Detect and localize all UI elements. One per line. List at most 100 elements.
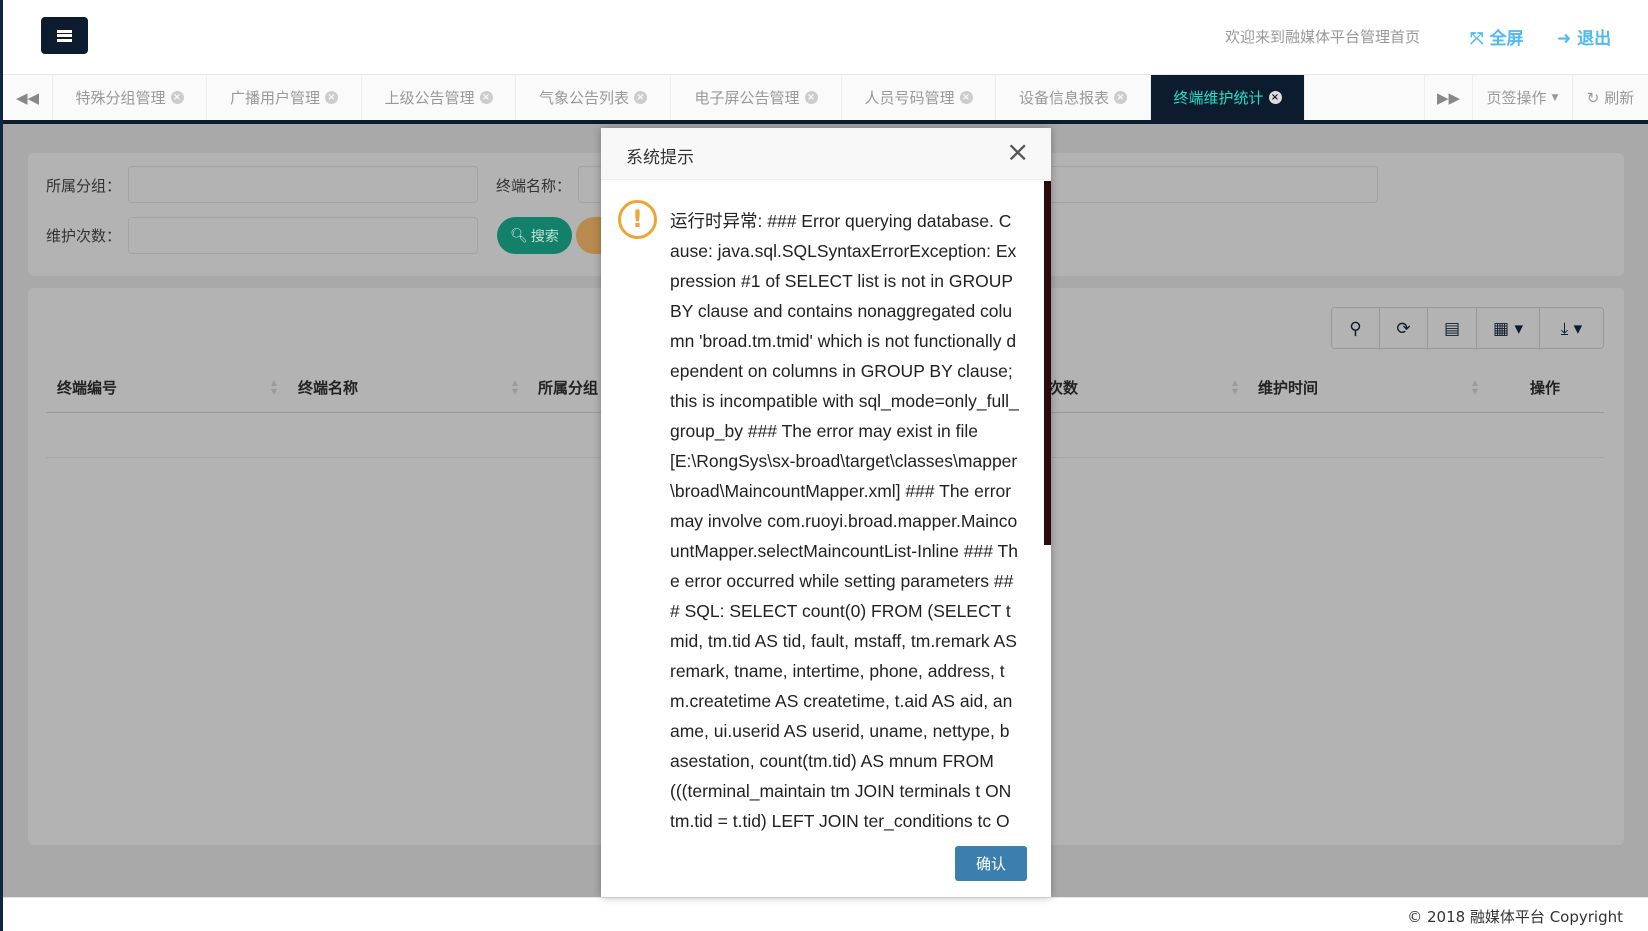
tab-label: 终端维护统计 [1173,89,1264,107]
message-line: asestation, count(tm.tid) AS mnum FROM [670,751,994,771]
close-tab-icon[interactable]: × [170,91,184,104]
column-header[interactable]: 操作 [1530,377,1560,398]
backward-icon: ◀◀ [15,88,40,107]
fullscreen-link[interactable]: ⤧ 全屏 [1470,24,1524,49]
top-header: 欢迎来到融媒体平台管理首页 ⤧ 全屏 ➜ 退出 [0,0,1648,75]
system-alert-dialog: 系统提示 × ! 运行时异常: ### Error querying datab… [601,128,1051,897]
tab-4[interactable]: 气象公告列表 × [516,75,671,120]
sort-icon: ▲▼ [270,378,278,396]
tab-2[interactable]: 广播用户管理 × [207,75,362,120]
message-line: remark, tname, intertime, phone, address… [670,661,1005,681]
table-toolbar: ⚲ ⟳ ▤ ▦ ▾ ⤓ ▾ [1331,307,1604,350]
maintain-count-input[interactable] [128,217,478,254]
tab-label: 广播用户管理 [229,89,320,107]
tab-label: 气象公告列表 [538,89,629,107]
sort-icon: ▲▼ [1471,378,1479,396]
expand-icon: ⤧ [1470,29,1490,49]
message-line: ause: java.sql.SQLSyntaxErrorException: … [670,241,1017,261]
message-line: mid, tm.tid AS tid, fault, mstaff, tm.re… [670,631,1017,651]
refresh-table-button[interactable]: ⟳ [1380,308,1428,350]
menu-toggle-button[interactable] [41,17,88,54]
caret-down-icon: ▼ [1551,92,1559,103]
sign-out-icon: ➜ [1557,29,1578,49]
footer: © 2018 融媒体平台 Copyright [0,897,1648,931]
column-header[interactable]: 维护时间 [1258,377,1318,398]
dialog-title: 系统提示 [626,148,694,168]
list-icon: ▤ [1443,319,1461,339]
page-ops-dropdown[interactable]: 页签操作 ▼ [1473,75,1573,120]
left-edge [0,0,3,931]
sort-icon: ▲▼ [511,378,519,396]
message-line: this is incompatible with sql_mode=only_… [670,391,1019,411]
logout-link[interactable]: ➜ 退出 [1557,24,1611,49]
message-line: tm.tid = t.tid) LEFT JOIN ter_conditions… [670,811,1010,831]
message-line: mn 'broad.tm.tmid' which is not function… [670,331,1017,351]
download-icon: ⤓ ▾ [1560,319,1583,339]
group-input[interactable] [128,166,478,203]
refresh-icon: ⟳ [1396,319,1411,339]
close-tab-icon[interactable]: × [479,91,493,104]
message-line: untMapper.selectMaincountList-Inline ###… [670,541,1018,561]
message-line: e error occurred while setting parameter… [670,571,1014,591]
copyright-text: © 2018 融媒体平台 Copyright [1407,908,1623,926]
close-tab-icon[interactable]: × [959,91,973,104]
tab-8[interactable]: 终端维护统计 × [1151,75,1305,120]
close-icon[interactable]: × [1006,137,1029,167]
message-line: m.createtime AS createtime, t.aid AS aid… [670,691,1013,711]
tab-label: 电子屏公告管理 [694,89,800,107]
tab-label: 设备信息报表 [1018,89,1109,107]
toggle-search-button[interactable]: ⚲ [1332,308,1380,350]
message-line: ependent on columns in GROUP BY clause; [670,361,1013,381]
tab-label: 特殊分组管理 [75,89,166,107]
refresh-icon: ↻ [1586,88,1600,107]
export-dropdown[interactable]: ⤓ ▾ [1540,308,1603,350]
message-line: pression #1 of SELECT list is not in GRO… [670,271,1014,291]
close-tab-icon[interactable]: × [1114,91,1127,104]
dialog-header: 系统提示 × [601,128,1051,180]
column-header[interactable]: 所属分组 [538,377,598,398]
message-line: # SQL: SELECT count(0) FROM (SELECT t [670,601,1011,621]
warning-icon: ! [618,200,657,239]
message-line: group_by ### The error may exist in file [670,421,979,441]
message-line: \broad\MaincountMapper.xml] ### The erro… [670,481,1012,501]
tab-bar: ◀◀ 特殊分组管理 × 广播用户管理 × 上级公告管理 × 气象公告列表 × 电子屏公告管理 × 人… [0,75,1648,124]
hamburger-icon [57,29,72,42]
tab-1[interactable]: 特殊分组管理 × [53,75,207,120]
terminal-name-label: 终端名称： [496,177,572,195]
column-header[interactable]: 终端编号 [57,377,117,398]
forward-icon: ▶▶ [1436,88,1461,107]
confirm-button[interactable]: 确认 [955,846,1027,881]
tab-label: 上级公告管理 [384,89,475,107]
group-label: 所属分组： [46,177,122,195]
welcome-text: 欢迎来到融媒体平台管理首页 [1225,28,1421,46]
message-line: BY clause and contains nonaggregated col… [670,301,1013,321]
search-icon: 🔍︎ [510,227,528,244]
columns-dropdown[interactable]: ▦ ▾ [1477,308,1540,350]
error-message: 运行时异常: ### Error querying database. C aus… [670,206,1019,836]
close-tab-icon[interactable]: × [1268,91,1282,104]
grid-icon: ▦ ▾ [1493,319,1523,339]
tab-label: 人员号码管理 [864,89,955,107]
message-line: ame, ui.userid AS userid, uname, nettype… [670,721,1010,741]
tab-5[interactable]: 电子屏公告管理 × [671,75,842,120]
maintain-count-label: 维护次数： [46,227,122,245]
toggle-view-button[interactable]: ▤ [1428,308,1477,350]
sort-icon: ▲▼ [1231,378,1239,396]
message-line: may involve com.ruoyi.broad.mapper.Mainc… [670,511,1018,531]
refresh-tab-button[interactable]: ↻ 刷新 [1573,75,1648,120]
close-tab-icon[interactable]: × [325,91,338,104]
search-icon: ⚲ [1349,319,1362,339]
message-line: [E:\RongSys\sx-broad\target\classes\mapp… [670,451,1018,471]
message-line: 运行时异常: ### Error querying database. C [670,211,1012,231]
message-line: (((terminal_maintain tm JOIN terminals t… [670,781,1012,801]
scrollbar[interactable] [1044,181,1051,545]
tab-3[interactable]: 上级公告管理 × [362,75,516,120]
scroll-tabs-left-button[interactable]: ◀◀ [3,75,53,120]
close-tab-icon[interactable]: × [634,91,647,104]
tab-6[interactable]: 人员号码管理 × [842,75,996,120]
scroll-tabs-right-button[interactable]: ▶▶ [1424,75,1473,120]
search-button[interactable]: 🔍︎ 搜索 [497,217,572,254]
column-header[interactable]: 终端名称 [298,377,358,398]
close-tab-icon[interactable]: × [804,91,818,104]
tab-7[interactable]: 设备信息报表 × [996,75,1151,120]
